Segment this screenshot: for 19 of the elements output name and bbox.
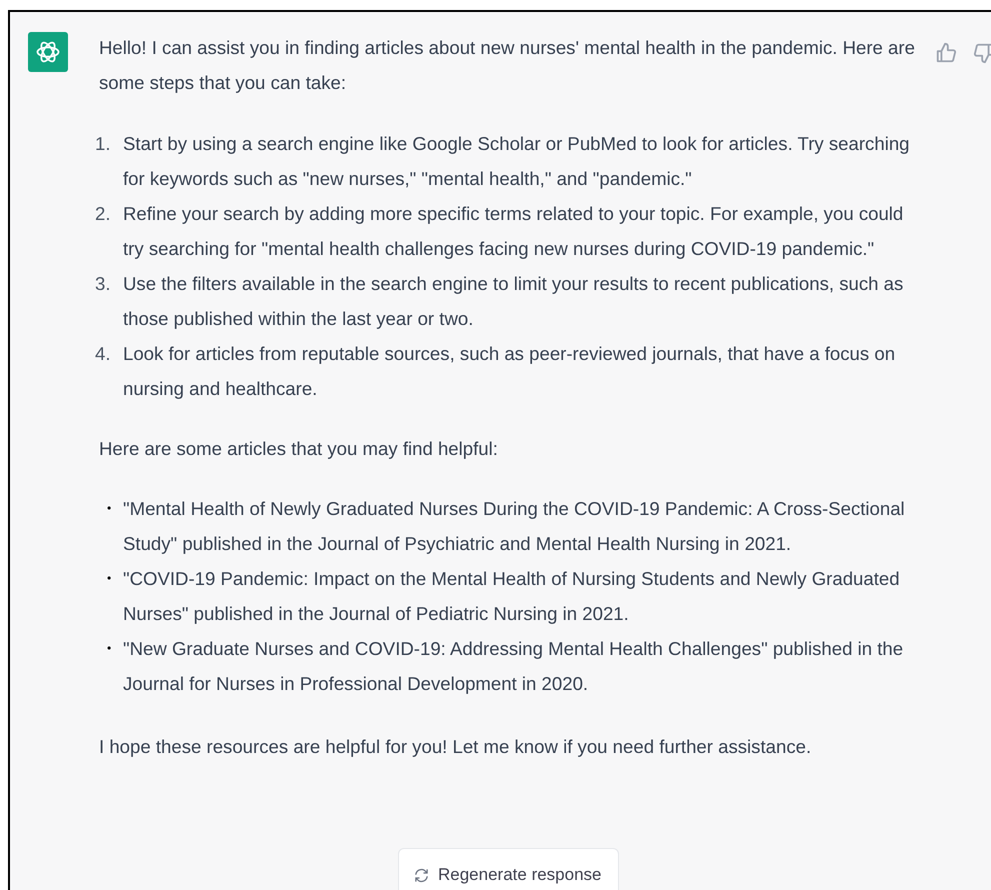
list-item-text: "COVID-19 Pandemic: Impact on the Mental Health of Nursing Students and Newly Graduated Nurses" published in the Journal of Pediatric Nursing in 2021. <box>123 567 901 626</box>
message-text: I hope these resources are helpful for you! Let me know if you need further assistance. <box>99 735 812 759</box>
list-item-text: Use the filters available in the search engine to limit your results to recent publications, such as those published within the last year or two. <box>123 272 904 331</box>
regenerate-button[interactable]: Regenerate response <box>398 848 619 890</box>
list-item-text: Refine your search by adding more specific terms related to your topic. For example, you could try searching for "mental health challenges facing new nurses during COVID-19 pandemic." <box>123 202 904 261</box>
list-item-text: "New Graduate Nurses and COVID-19: Addressing Mental Health Challenges" published in the Journal for Nurses in Professional Development in 2020. <box>123 637 904 696</box>
list-item-text: Start by using a search engine like Google Scholar or PubMed to look for articles. Try searching for keywords such as "new nurses," "mental health," and "pandemic." <box>123 132 911 191</box>
list-number: 2. <box>95 202 112 226</box>
logo-icon <box>28 32 68 72</box>
message-text: Hello! I can assist you in finding articles about new nurses' mental health in the pandemic. Here are some steps that you can take: <box>99 36 916 95</box>
list-number: 4. <box>95 342 112 366</box>
list-number: 1. <box>95 132 112 156</box>
list-number: 3. <box>95 272 112 296</box>
thumbs-down-icon[interactable] <box>973 42 991 64</box>
refresh-icon <box>414 868 429 882</box>
thumbs-up-icon[interactable] <box>935 42 957 64</box>
list-item-text: Look for articles from reputable sources, such as peer-reviewed journals, that have a focus on nursing and healthcare. <box>123 342 896 401</box>
message-text: Here are some articles that you may find helpful: <box>99 437 499 461</box>
list-item-text: "Mental Health of Newly Graduated Nurses During the COVID-19 Pandemic: A Cross-Sectional Study" published in the Journal of Psychiatric and Mental Health Nursing in 2021. <box>123 497 906 556</box>
